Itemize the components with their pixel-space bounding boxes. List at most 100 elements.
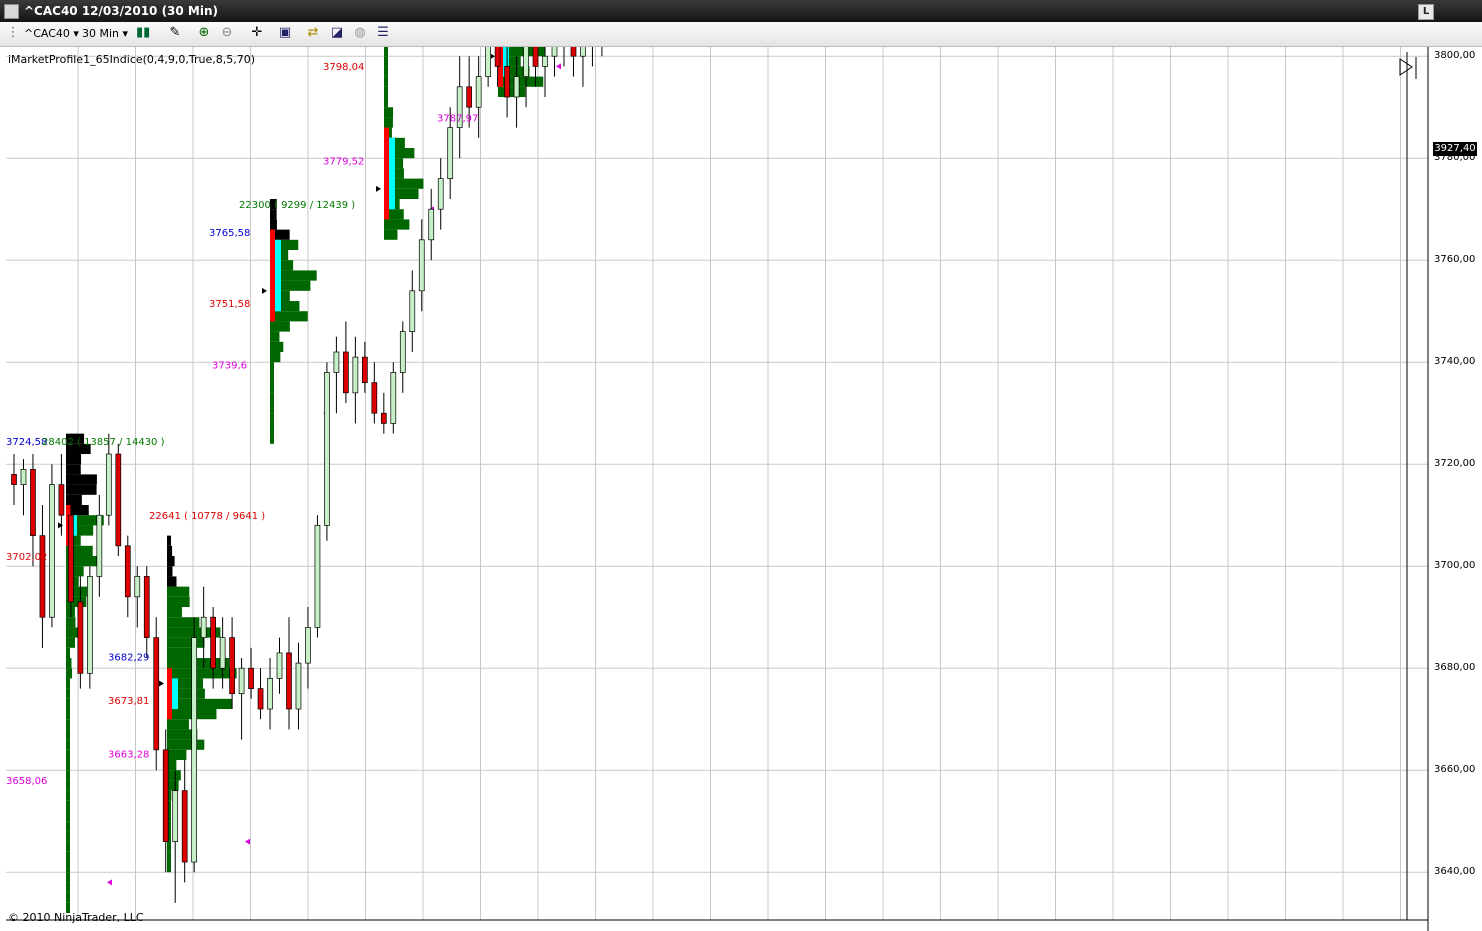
price-axis-tick: 3680,00 — [1434, 662, 1476, 674]
candle-body — [257, 688, 264, 710]
profile-row — [66, 851, 70, 863]
magenta-arrow-icon — [107, 879, 112, 886]
candle-body — [494, 47, 501, 67]
interval-label: 30 Min — [82, 27, 120, 40]
profile-row — [270, 372, 274, 383]
interval-selector[interactable]: 30 Min ▾ — [82, 26, 128, 42]
price-axis-tick: 3800,00 — [1434, 50, 1476, 62]
zoom-out-icon[interactable]: ⊖ — [220, 26, 234, 40]
chart-app-icon — [4, 4, 19, 19]
candle-body — [105, 453, 112, 516]
properties-icon[interactable]: ▣ — [278, 26, 292, 40]
candle-body — [513, 76, 520, 98]
candle-body — [362, 356, 368, 383]
profile-poc-bar — [270, 229, 275, 322]
candle-body — [143, 576, 150, 638]
link-button[interactable]: L — [1418, 4, 1434, 20]
crosshair-icon[interactable]: ✛ — [250, 26, 264, 40]
profile-row — [167, 596, 190, 608]
profile-row — [270, 352, 281, 363]
candle-body — [409, 290, 416, 332]
draw-tool-icon[interactable]: ✎ — [168, 26, 182, 40]
poc-arrow-icon — [159, 680, 164, 687]
profile-row — [167, 586, 190, 597]
candle-body — [248, 667, 254, 689]
profile-annotation: 3673,81 — [108, 696, 149, 707]
zoom-in-icon[interactable]: ⊕ — [197, 26, 211, 40]
profile-row — [270, 423, 274, 434]
profile-row — [66, 698, 70, 710]
profile-annotation: 28402 ( 13857 / 14430 ) — [42, 437, 165, 448]
profile-row — [167, 770, 181, 781]
profile-row — [66, 719, 70, 730]
profile-row — [66, 454, 82, 465]
profile-row — [270, 321, 290, 332]
candle-body — [39, 535, 46, 618]
profile-row — [66, 647, 70, 659]
profile-annotation: 3682,29 — [108, 653, 149, 664]
candle-body — [30, 468, 36, 536]
profile-row — [66, 892, 70, 903]
candle-body — [210, 616, 216, 669]
candle-body — [542, 55, 548, 67]
candle-body — [305, 627, 311, 664]
chart-panel[interactable]: 3724,58 28402 ( 13857 / 14430 ) 3702,02 365… — [0, 47, 1482, 931]
chart-toolbar: ⋮ ^CAC40 ▾ 30 Min ▾ ▮▮ ✎ ⊕ ⊖ ✛ ▣ ⇄ ◪ ◍ ☰ — [0, 22, 1482, 47]
candle-body — [11, 474, 17, 485]
copyright-text: © 2010 NinjaTrader, LLC — [8, 911, 144, 924]
chart-trader-icon[interactable]: ◍ — [353, 26, 367, 40]
profile-row — [384, 107, 394, 118]
profile-annotation: 22641 ( 10778 / 9641 ) — [149, 511, 265, 522]
profile-row — [66, 688, 70, 699]
profile-row — [270, 362, 274, 373]
poc-arrow-icon — [376, 185, 381, 192]
price-axis-tick: 3720,00 — [1434, 458, 1476, 470]
profile-row — [167, 780, 179, 791]
candle-body — [58, 484, 65, 516]
price-axis-tick: 3660,00 — [1434, 764, 1476, 776]
profile-annotation: 3663,28 — [108, 749, 149, 760]
profile-row — [498, 86, 526, 98]
profile-row — [167, 566, 173, 577]
profile-row — [66, 862, 70, 873]
profile-value-area-bar — [389, 137, 395, 210]
candle-body — [428, 208, 435, 241]
profile-row — [167, 862, 171, 873]
instrument-selector[interactable]: ^CAC40 ▾ — [24, 26, 79, 42]
candle-body — [219, 637, 226, 669]
profile-row — [167, 607, 182, 618]
profile-row — [384, 47, 388, 57]
profile-row — [66, 882, 70, 893]
profile-annotation: 3779,52 — [323, 157, 364, 168]
strategies-icon[interactable]: ◪ — [330, 26, 344, 40]
indicators-icon[interactable]: ⇄ — [306, 26, 320, 40]
profile-row — [66, 872, 70, 883]
profile-row — [384, 86, 388, 98]
candle-body — [580, 47, 586, 57]
profile-annotation: 3751,58 — [209, 299, 250, 310]
profile-row — [270, 392, 274, 404]
data-box-icon[interactable]: ☰ — [376, 26, 390, 40]
profile-row — [66, 658, 72, 669]
candle-body — [390, 372, 397, 424]
candle-body — [68, 514, 74, 603]
profile-row — [66, 739, 70, 750]
profile-row — [384, 117, 393, 128]
profile-row — [66, 841, 70, 852]
price-chart[interactable]: 3724,5828402 ( 13857 / 14430 )3702,02365… — [0, 47, 1482, 931]
candle-body — [570, 47, 577, 57]
profile-row — [66, 617, 76, 628]
bar-type-icon[interactable]: ▮▮ — [136, 26, 150, 40]
candle-body — [485, 47, 491, 77]
instrument-label: ^CAC40 — [24, 27, 70, 40]
profile-row — [66, 780, 70, 791]
profile-row — [167, 576, 177, 587]
candle-body — [380, 412, 387, 424]
profile-row — [66, 494, 82, 506]
profile-row — [66, 678, 70, 689]
profile-row — [270, 413, 274, 424]
candle-body — [238, 667, 245, 695]
poc-arrow-icon — [58, 522, 63, 529]
price-axis-tick: 3760,00 — [1434, 254, 1476, 266]
profile-row — [167, 545, 173, 557]
